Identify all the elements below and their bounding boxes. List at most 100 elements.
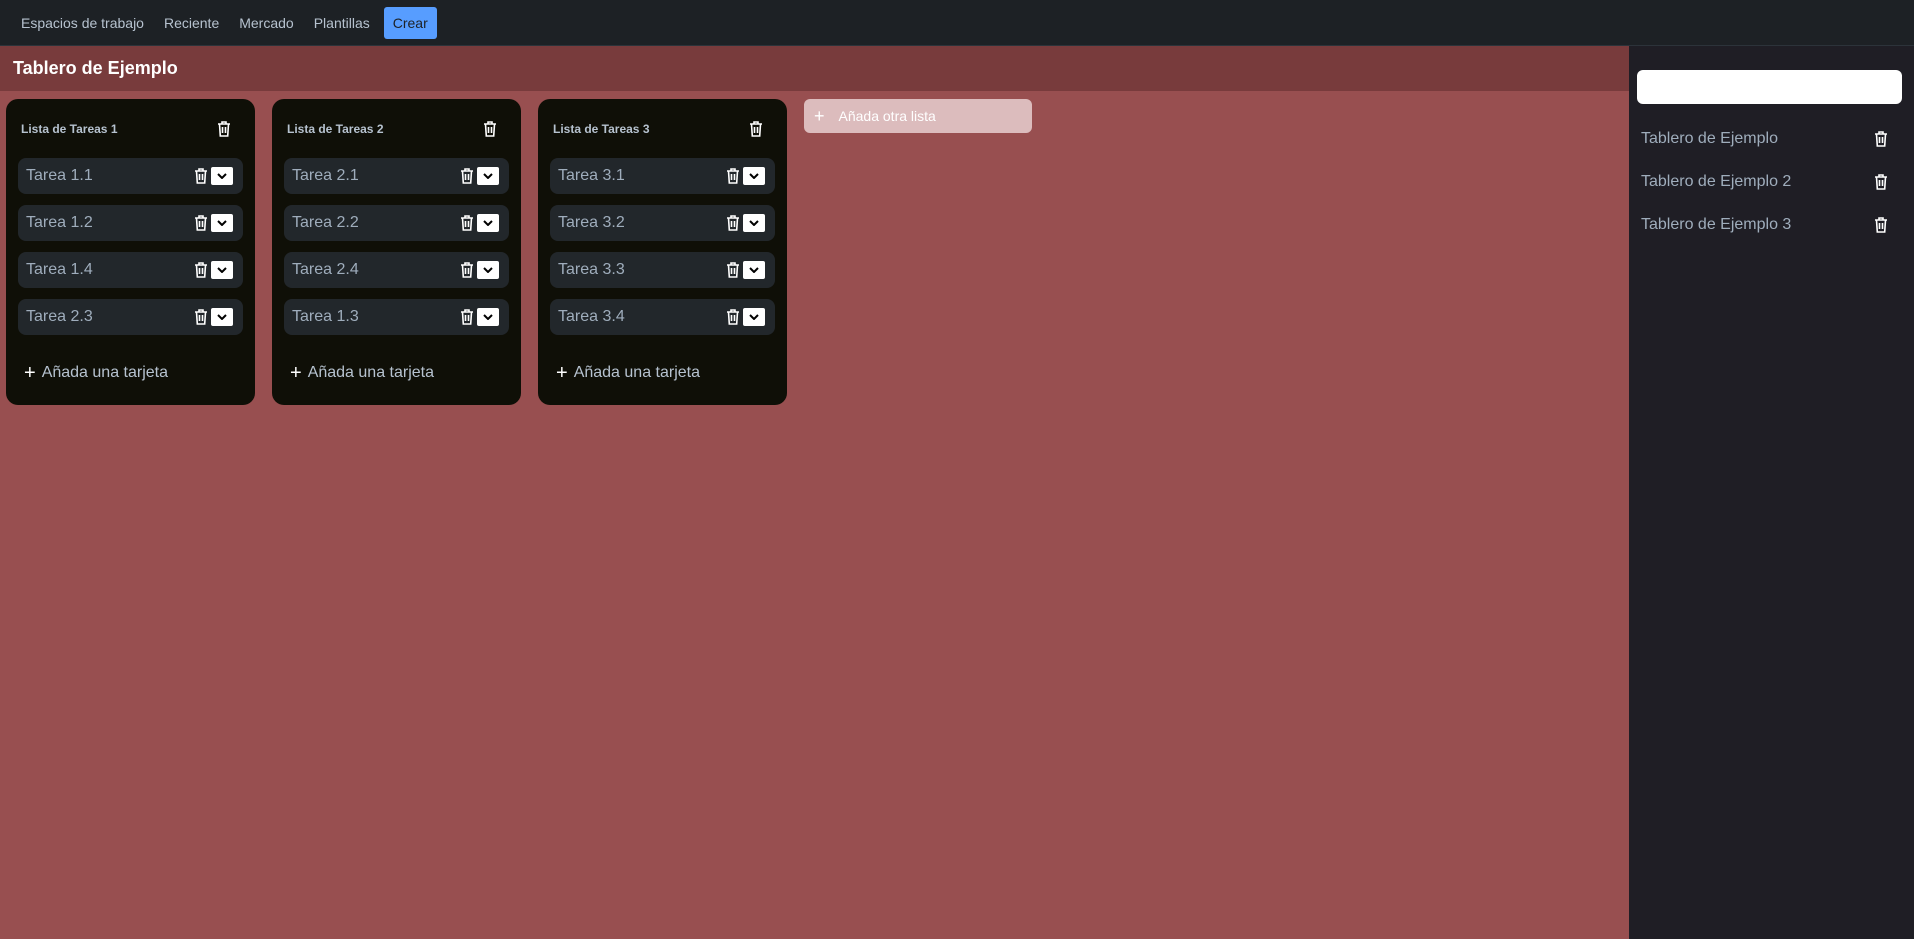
card[interactable]: Tarea 1.4 <box>18 252 243 288</box>
card-move-select[interactable] <box>743 261 765 279</box>
card-move-select[interactable] <box>211 261 233 279</box>
delete-list-button[interactable] <box>481 119 499 139</box>
card[interactable]: Tarea 3.4 <box>550 299 775 335</box>
trash-icon <box>461 262 473 278</box>
nav-item-market[interactable]: Mercado <box>229 7 303 39</box>
card-title: Tarea 3.2 <box>558 214 625 231</box>
delete-card-button[interactable] <box>458 260 476 280</box>
delete-card-button[interactable] <box>724 307 742 327</box>
card-move-select[interactable] <box>211 214 233 232</box>
card-title: Tarea 1.1 <box>26 167 93 184</box>
task-list: Lista de Tareas 3 Tarea 3.1 Tarea 3.2 Ta… <box>538 99 787 405</box>
trash-icon <box>727 309 739 325</box>
card-move-select[interactable] <box>477 308 499 326</box>
list-title: Lista de Tareas 1 <box>21 121 118 136</box>
card[interactable]: Tarea 3.3 <box>550 252 775 288</box>
card-move-select[interactable] <box>743 167 765 185</box>
card-actions <box>724 260 765 280</box>
task-list: Lista de Tareas 1 Tarea 1.1 Tarea 1.2 Ta… <box>6 99 255 405</box>
add-card-label: Añada una tarjeta <box>41 364 169 381</box>
card-title: Tarea 2.4 <box>292 261 359 278</box>
card-actions <box>724 213 765 233</box>
add-card-label: Añada una tarjeta <box>307 364 435 381</box>
delete-card-button[interactable] <box>724 260 742 280</box>
add-list-button[interactable]: + Añada otra lista <box>804 99 1032 133</box>
trash-icon <box>750 120 762 137</box>
chevron-down-icon <box>217 220 227 226</box>
delete-board-button[interactable] <box>1872 172 1890 192</box>
card[interactable]: Tarea 2.1 <box>284 158 509 194</box>
delete-card-button[interactable] <box>458 166 476 186</box>
card-actions <box>458 166 499 186</box>
trash-icon <box>727 262 739 278</box>
add-card-button[interactable]: + Añada una tarjeta <box>284 353 509 393</box>
card[interactable]: Tarea 2.4 <box>284 252 509 288</box>
card-title: Tarea 1.3 <box>292 308 359 325</box>
delete-list-button[interactable] <box>747 119 765 139</box>
delete-card-button[interactable] <box>192 213 210 233</box>
chevron-down-icon <box>483 220 493 226</box>
sidebar-board-item[interactable]: Tablero de Ejemplo <box>1629 117 1914 160</box>
chevron-down-icon <box>483 314 493 320</box>
delete-card-button[interactable] <box>724 213 742 233</box>
card-move-select[interactable] <box>211 167 233 185</box>
delete-card-button[interactable] <box>192 260 210 280</box>
nav-item-recent[interactable]: Reciente <box>154 7 229 39</box>
nav-item-workspaces[interactable]: Espacios de trabajo <box>11 7 154 39</box>
chevron-down-icon <box>483 173 493 179</box>
list-header: Lista de Tareas 1 <box>18 99 243 158</box>
create-button[interactable]: Crear <box>383 6 437 39</box>
sidebar-board-item[interactable]: Tablero de Ejemplo 3 <box>1629 203 1914 246</box>
trash-icon <box>1875 173 1887 190</box>
nav-item-templates[interactable]: Plantillas <box>304 7 380 39</box>
card-actions <box>192 307 233 327</box>
list-header: Lista de Tareas 3 <box>550 99 775 158</box>
card-move-select[interactable] <box>477 167 499 185</box>
chevron-down-icon <box>217 314 227 320</box>
card-title: Tarea 3.4 <box>558 308 625 325</box>
trash-icon <box>195 215 207 231</box>
card[interactable]: Tarea 3.1 <box>550 158 775 194</box>
trash-icon <box>461 215 473 231</box>
delete-list-button[interactable] <box>215 119 233 139</box>
card-actions <box>458 307 499 327</box>
card[interactable]: Tarea 1.2 <box>18 205 243 241</box>
add-card-button[interactable]: + Añada una tarjeta <box>550 353 775 393</box>
card[interactable]: Tarea 1.1 <box>18 158 243 194</box>
delete-card-button[interactable] <box>458 307 476 327</box>
delete-card-button[interactable] <box>724 166 742 186</box>
list-title: Lista de Tareas 3 <box>553 121 650 136</box>
card[interactable]: Tarea 3.2 <box>550 205 775 241</box>
card-actions <box>192 260 233 280</box>
card[interactable]: Tarea 1.3 <box>284 299 509 335</box>
trash-icon <box>195 262 207 278</box>
card-move-select[interactable] <box>477 261 499 279</box>
card[interactable]: Tarea 2.3 <box>18 299 243 335</box>
delete-board-button[interactable] <box>1872 215 1890 235</box>
card-title: Tarea 3.1 <box>558 167 625 184</box>
card[interactable]: Tarea 2.2 <box>284 205 509 241</box>
delete-card-button[interactable] <box>458 213 476 233</box>
board-search-input[interactable] <box>1637 70 1902 104</box>
sidebar-board-item[interactable]: Tablero de Ejemplo 2 <box>1629 160 1914 203</box>
delete-card-button[interactable] <box>192 307 210 327</box>
add-card-button[interactable]: + Añada una tarjeta <box>18 353 243 393</box>
chevron-down-icon <box>217 267 227 273</box>
card-move-select[interactable] <box>477 214 499 232</box>
card-actions <box>192 166 233 186</box>
chevron-down-icon <box>749 173 759 179</box>
delete-board-button[interactable] <box>1872 129 1890 149</box>
sidebar-board-label: Tablero de Ejemplo 2 <box>1641 172 1792 190</box>
trash-icon <box>461 168 473 184</box>
trash-icon <box>195 168 207 184</box>
card-move-select[interactable] <box>743 214 765 232</box>
delete-card-button[interactable] <box>192 166 210 186</box>
card-actions <box>458 260 499 280</box>
card-move-select[interactable] <box>211 308 233 326</box>
card-move-select[interactable] <box>743 308 765 326</box>
plus-icon: + <box>290 362 302 384</box>
chevron-down-icon <box>749 267 759 273</box>
card-title: Tarea 2.1 <box>292 167 359 184</box>
board-header: Tablero de Ejemplo <box>0 46 1629 91</box>
chevron-down-icon <box>483 267 493 273</box>
